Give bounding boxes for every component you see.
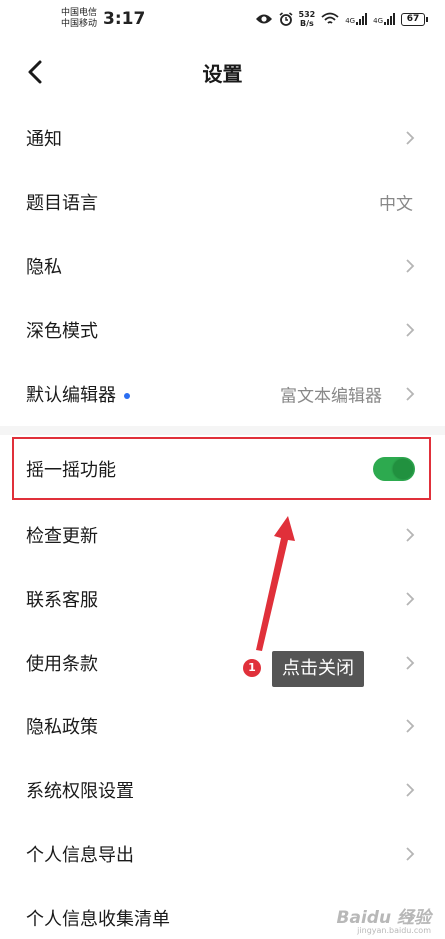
row-label: 通知	[26, 129, 62, 150]
wifi-icon	[321, 12, 339, 24]
network-speed-value: 532	[298, 10, 316, 19]
status-icons: 532 B/s 4G 4G 67	[255, 10, 428, 28]
alarm-icon	[279, 12, 293, 26]
settings-row-system-permissions[interactable]: 系统权限设置	[0, 758, 445, 822]
row-label: 深色模式	[26, 321, 98, 342]
settings-row-question-language[interactable]: 题目语言 中文	[0, 170, 445, 234]
row-label: 隐私政策	[26, 717, 98, 738]
row-label: 题目语言	[26, 193, 98, 214]
settings-row-check-update[interactable]: 检查更新	[0, 503, 445, 567]
signal-2: 4G	[373, 13, 395, 25]
settings-row-personal-info-export[interactable]: 个人信息导出	[0, 822, 445, 886]
battery-icon: 67	[401, 12, 428, 26]
row-value: 中文	[379, 194, 413, 215]
signal-bars-icon	[384, 13, 395, 25]
status-time: 3:17	[103, 9, 146, 29]
row-value: 富文本编辑器	[280, 386, 382, 407]
eye-icon	[255, 14, 272, 24]
row-label: 检查更新	[26, 526, 98, 547]
row-label: 隐私	[26, 257, 62, 278]
row-label: 默认编辑器	[26, 381, 130, 407]
settings-row-default-editor[interactable]: 默认编辑器 富文本编辑器	[0, 362, 445, 426]
watermark-brand: Baidu 经验	[336, 908, 431, 928]
chevron-right-icon	[406, 131, 415, 145]
signal-1-label: 4G	[345, 17, 356, 25]
settings-row-dark-mode[interactable]: 深色模式	[0, 298, 445, 362]
row-label: 系统权限设置	[26, 781, 134, 802]
row-label: 个人信息收集清单	[26, 909, 170, 930]
settings-row-terms[interactable]: 使用条款	[0, 631, 445, 695]
row-label-text: 默认编辑器	[26, 385, 116, 406]
settings-row-privacy[interactable]: 隐私	[0, 234, 445, 298]
row-label: 联系客服	[26, 590, 98, 611]
step-badge: 1	[243, 659, 261, 677]
settings-row-notifications[interactable]: 通知	[0, 106, 445, 170]
carrier-1: 中国电信	[61, 8, 98, 18]
chevron-right-icon	[406, 847, 415, 861]
chevron-right-icon	[406, 259, 415, 273]
chevron-right-icon	[406, 528, 415, 542]
signal-1: 4G	[345, 13, 368, 25]
chevron-right-icon	[406, 783, 415, 797]
new-badge-dot	[124, 393, 130, 399]
row-label: 使用条款	[26, 654, 98, 675]
chevron-right-icon	[406, 656, 415, 670]
carrier-2: 中国移动	[61, 19, 98, 29]
signal-2-label: 4G	[373, 17, 383, 25]
carrier-info: 中国电信 中国移动	[61, 8, 97, 30]
page-title: 设置	[202, 62, 243, 86]
status-bar: 中国电信 中国移动 3:17 532 B/s 4G 4G 67	[0, 0, 445, 40]
settings-row-customer-service[interactable]: 联系客服	[0, 567, 445, 631]
watermark: Baidu 经验 jingyan.baidu.com	[337, 903, 431, 935]
row-label: 个人信息导出	[26, 845, 134, 866]
chevron-right-icon	[406, 323, 415, 337]
app-header: 设置	[0, 40, 445, 104]
chevron-right-icon	[406, 387, 415, 401]
signal-bars-icon	[356, 13, 368, 25]
chevron-right-icon	[406, 592, 415, 606]
settings-row-privacy-policy[interactable]: 隐私政策	[0, 694, 445, 758]
section-divider	[0, 426, 445, 435]
network-speed-unit: B/s	[299, 19, 314, 28]
highlight-box	[12, 437, 431, 500]
chevron-right-icon	[406, 719, 415, 733]
network-speed: 532 B/s	[299, 10, 316, 28]
callout-label: 点击关闭	[272, 651, 364, 687]
